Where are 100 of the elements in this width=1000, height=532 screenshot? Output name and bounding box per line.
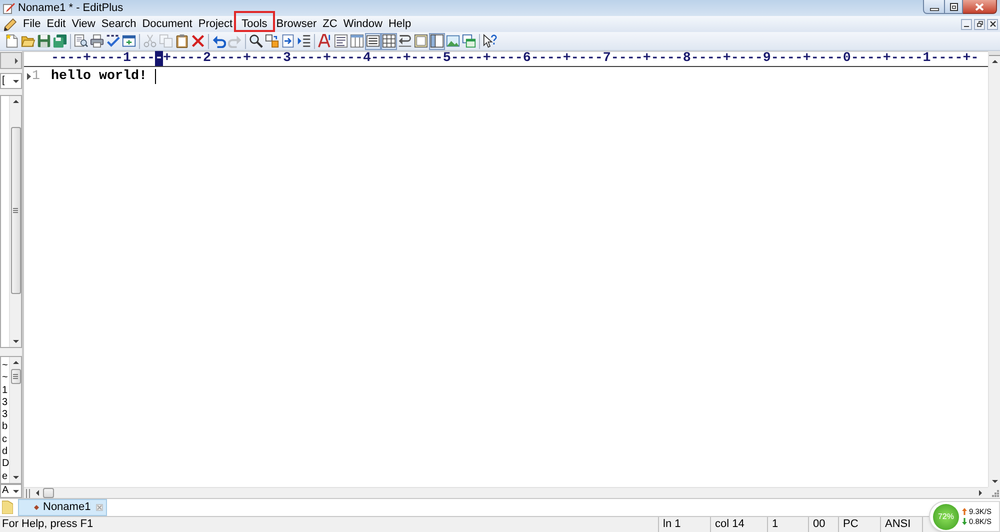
- scroll-down-arrow-icon[interactable]: [12, 476, 19, 479]
- maximize-icon: [950, 2, 958, 10]
- frame-button[interactable]: [413, 32, 429, 50]
- list-item[interactable]: 3: [2, 396, 10, 410]
- minimize-button[interactable]: [923, 0, 945, 14]
- status-panel: 1: [767, 517, 808, 532]
- font-button[interactable]: [317, 32, 333, 50]
- scrollbar-thumb[interactable]: [10, 127, 20, 294]
- status-panel: ANSI: [880, 517, 922, 532]
- dropdown-arrow-icon[interactable]: [13, 80, 19, 82]
- scroll-right-arrow-icon[interactable]: [979, 490, 982, 496]
- spelling-button[interactable]: [105, 32, 121, 50]
- close-icon: [975, 2, 984, 10]
- grip-icon: [13, 374, 18, 379]
- clip-list[interactable]: ~ ~ 1 3 3 b c d D e: [0, 356, 22, 484]
- document-close-button[interactable]: [987, 18, 998, 30]
- menu-item[interactable]: Window: [340, 16, 386, 32]
- list-item[interactable]: ~: [2, 372, 10, 385]
- dropdown-arrow-icon[interactable]: [13, 490, 19, 492]
- new-file-button[interactable]: [4, 32, 20, 50]
- horizontal-scrollbar[interactable]: [24, 487, 988, 498]
- list-item[interactable]: c: [2, 434, 10, 446]
- download-arrow-icon: [962, 518, 967, 526]
- list-item[interactable]: ~: [2, 360, 10, 372]
- new-file-icon: [5, 34, 19, 48]
- document-minimize-button[interactable]: [961, 18, 972, 30]
- document-tab[interactable]: Noname1: [18, 499, 107, 516]
- scissors-icon: [143, 34, 157, 48]
- help-button[interactable]: [482, 32, 498, 50]
- picture-icon: [446, 34, 460, 48]
- top-combo[interactable]: [: [0, 73, 22, 89]
- list-item[interactable]: d: [2, 446, 10, 458]
- print-button[interactable]: [89, 32, 105, 50]
- menu-item[interactable]: ZC: [320, 16, 340, 32]
- close-icon: [990, 21, 996, 27]
- document-restore-button[interactable]: [974, 18, 985, 30]
- return-arrow-icon: [398, 34, 412, 48]
- scroll-down-arrow-icon[interactable]: [12, 340, 18, 343]
- replace-button[interactable]: [264, 32, 280, 50]
- help-cursor-icon: [483, 34, 497, 48]
- menu-item[interactable]: Help: [385, 16, 414, 32]
- menu-item[interactable]: Browser: [273, 16, 320, 32]
- redo-icon: [228, 34, 242, 48]
- panel-button[interactable]: [429, 32, 445, 50]
- list-button[interactable]: [365, 32, 381, 50]
- windows-button[interactable]: [461, 32, 477, 50]
- forward-arrow-icon[interactable]: [15, 58, 18, 64]
- scroll-down-arrow-icon[interactable]: [992, 480, 998, 483]
- vertical-scrollbar[interactable]: [9, 357, 22, 483]
- spelling-icon: [106, 34, 120, 48]
- status-panel: col 14: [710, 517, 767, 532]
- list-item[interactable]: b: [2, 421, 10, 434]
- save-button[interactable]: [36, 32, 52, 50]
- picture-button[interactable]: [445, 32, 461, 50]
- list-item[interactable]: 3: [2, 409, 10, 422]
- menu-item[interactable]: File: [20, 16, 44, 32]
- go-to-button[interactable]: [280, 32, 296, 50]
- menu-item[interactable]: Project: [195, 16, 236, 32]
- close-button[interactable]: [963, 0, 997, 14]
- indent-button[interactable]: [296, 32, 312, 50]
- grip-icon: [13, 208, 18, 213]
- list-item[interactable]: e: [2, 470, 10, 483]
- menu-item[interactable]: Document: [139, 16, 196, 32]
- delete-button[interactable]: [190, 32, 206, 50]
- delete-icon: [191, 34, 205, 48]
- print-preview-icon: [74, 34, 88, 48]
- save-all-button[interactable]: [52, 32, 68, 50]
- vertical-scrollbar[interactable]: [9, 96, 21, 347]
- resize-grip-icon[interactable]: [992, 490, 999, 497]
- menu-item[interactable]: Tools: [238, 16, 270, 32]
- scroll-up-arrow-icon[interactable]: [12, 361, 19, 364]
- status-panel: 00: [808, 517, 838, 532]
- window-icon: [122, 34, 136, 48]
- scrollbar-thumb[interactable]: [43, 488, 54, 498]
- menu-item[interactable]: View: [68, 16, 98, 32]
- panel-icon: [430, 34, 444, 48]
- menu-item[interactable]: Search: [98, 16, 140, 32]
- columns-button[interactable]: [349, 32, 365, 50]
- scroll-up-arrow-icon[interactable]: [12, 100, 18, 103]
- bottom-combo[interactable]: A: [0, 484, 22, 498]
- line-number: 1: [32, 70, 40, 84]
- window-button[interactable]: [121, 32, 137, 50]
- maximize-button[interactable]: [945, 0, 963, 14]
- undo-icon: [212, 34, 226, 48]
- grid-button[interactable]: [381, 32, 397, 50]
- list-item[interactable]: D: [2, 458, 10, 471]
- vertical-scrollbar[interactable]: [988, 51, 1000, 487]
- scrollbar-thumb[interactable]: [10, 369, 21, 384]
- text-lines-button[interactable]: [333, 32, 349, 50]
- paste-button[interactable]: [174, 32, 190, 50]
- text-lines-icon: [334, 34, 348, 48]
- indent-icon: [297, 34, 311, 48]
- menu-item[interactable]: Edit: [44, 16, 69, 32]
- status-message: For Help, press F1: [1, 517, 94, 532]
- scroll-up-arrow-icon[interactable]: [992, 60, 998, 63]
- scroll-left-arrow-icon[interactable]: [36, 490, 39, 496]
- find-button[interactable]: [248, 32, 264, 50]
- list-item[interactable]: 1: [2, 384, 10, 397]
- wrap-button[interactable]: [397, 32, 413, 50]
- print-preview-button[interactable]: [73, 32, 89, 50]
